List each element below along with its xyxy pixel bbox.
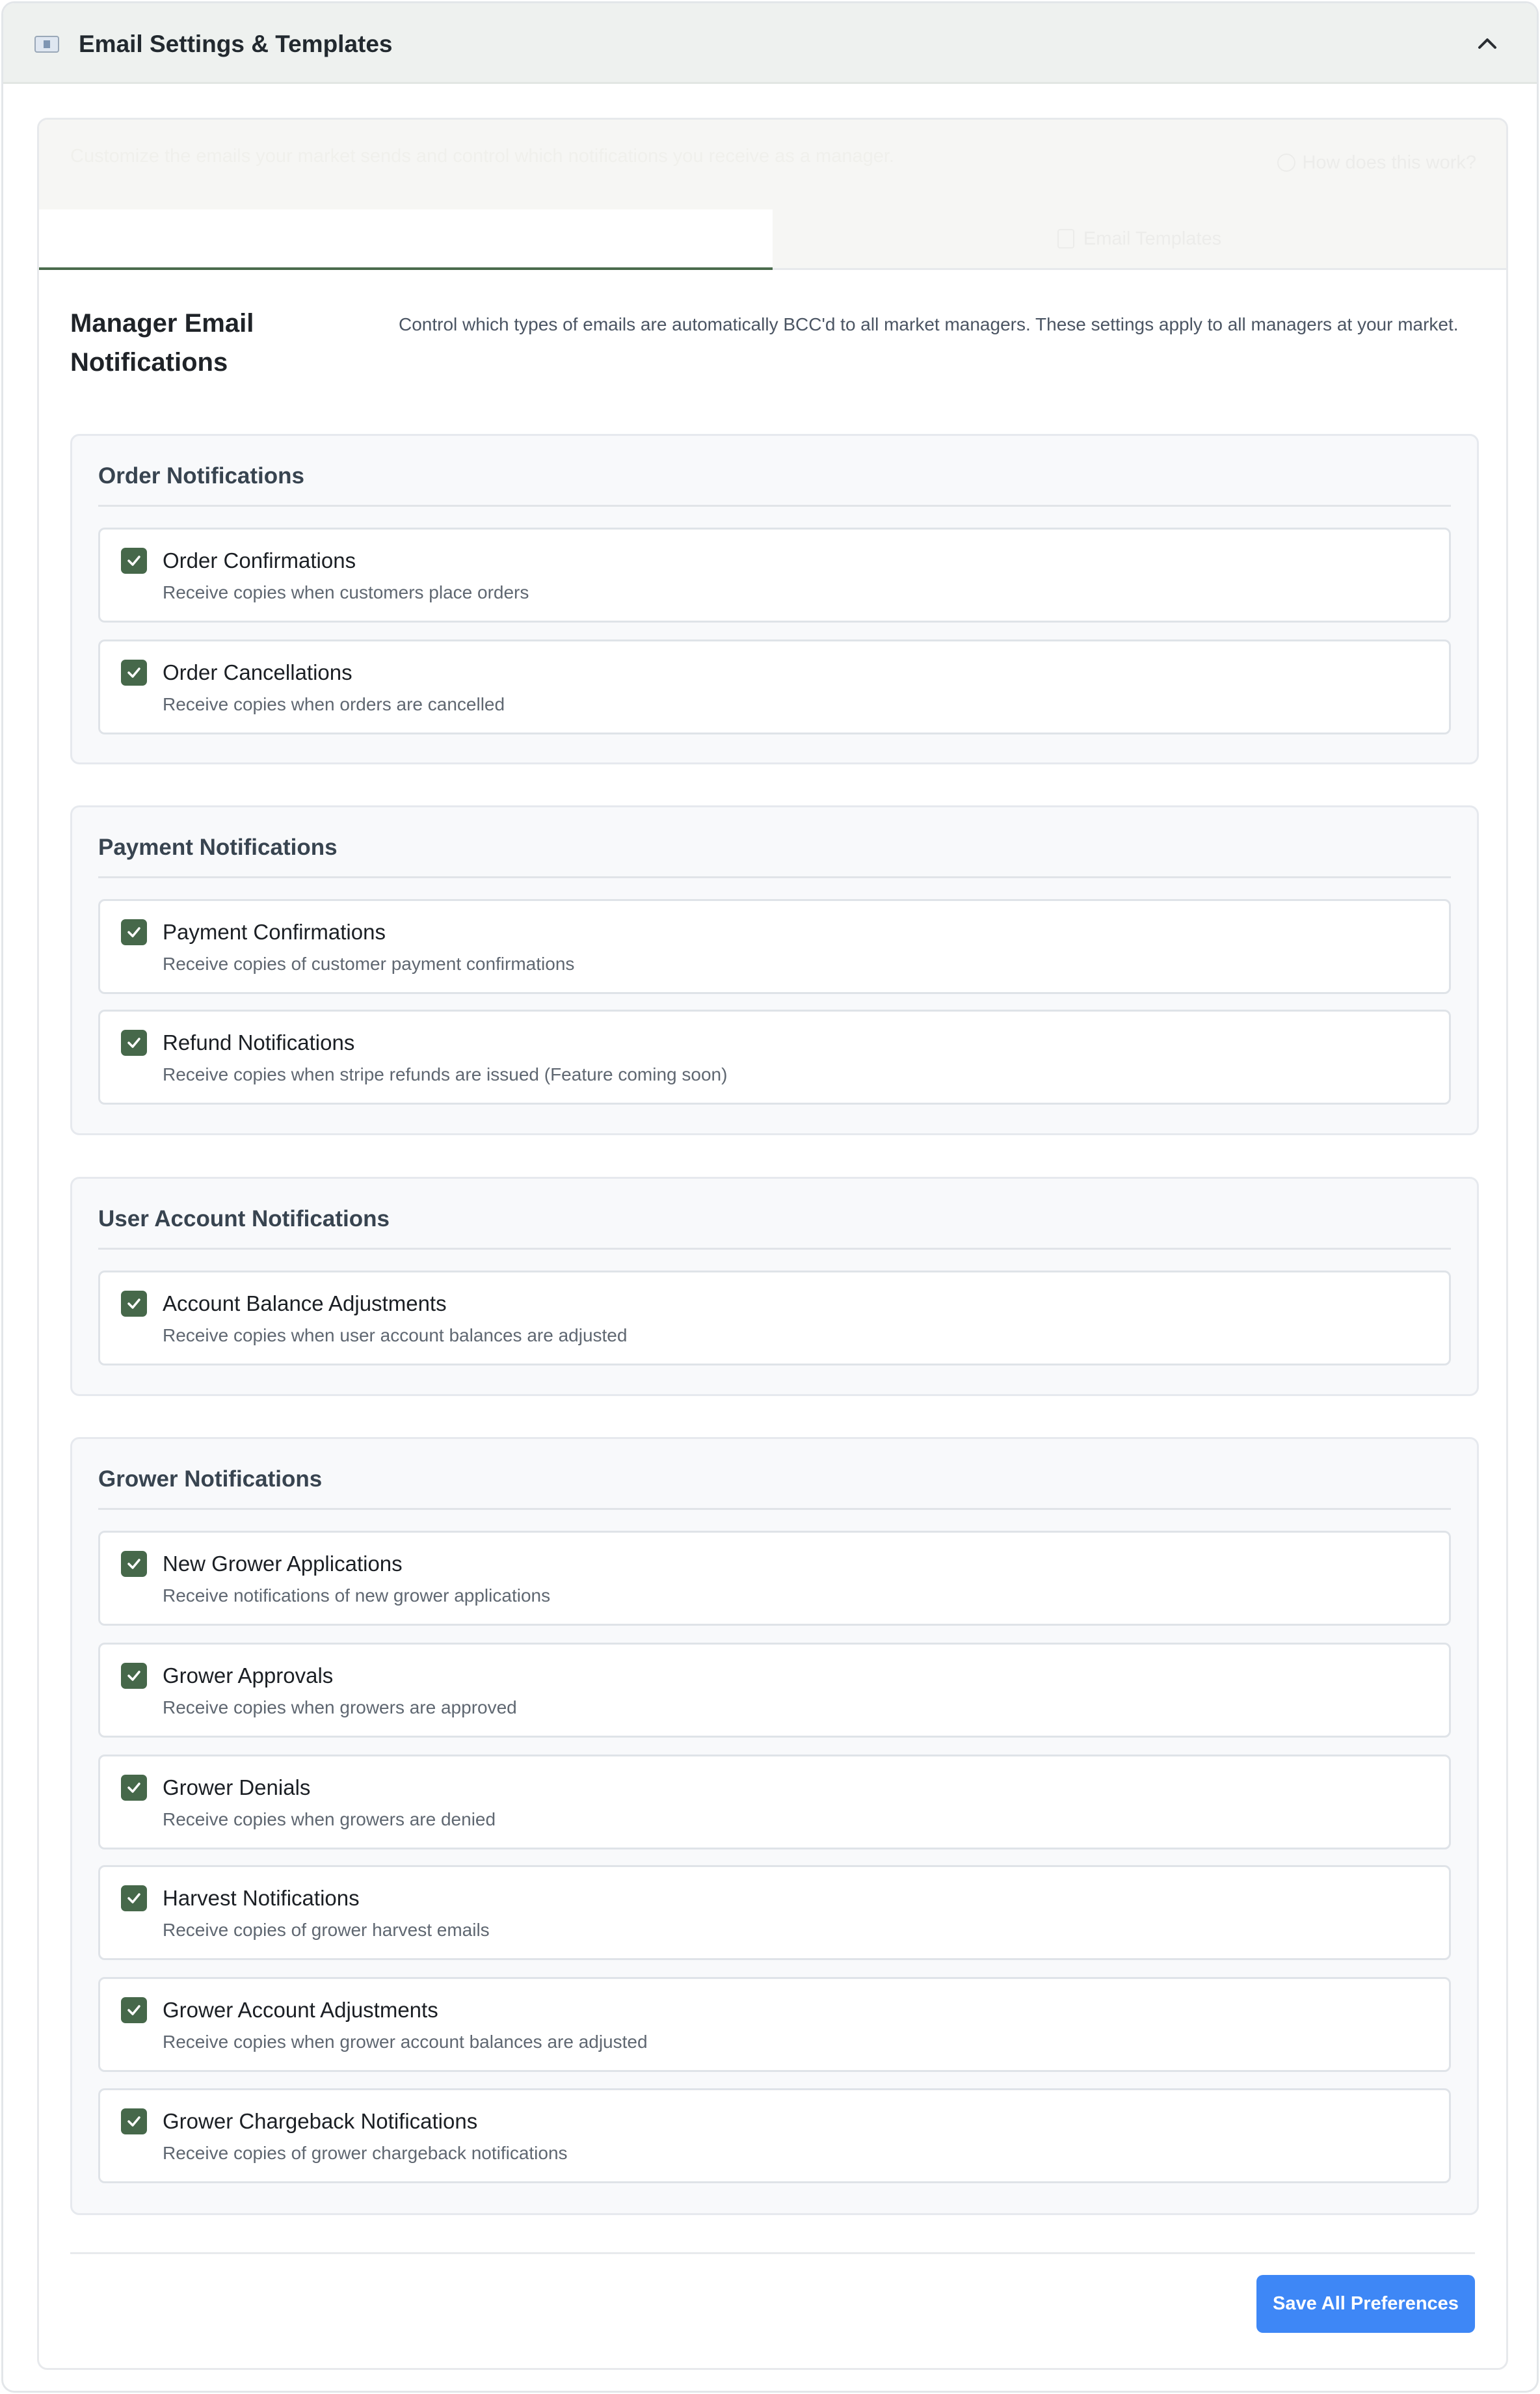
group-grower-notifications: Grower Notifications New Grower Applicat… <box>70 1437 1479 2215</box>
group-title: Grower Notifications <box>98 1466 323 1492</box>
section-description: Control which types of emails are automa… <box>399 314 1459 334</box>
divider <box>98 876 1451 878</box>
list-item[interactable]: Grower Denials Receive copies when growe… <box>98 1755 1451 1849</box>
divider <box>98 505 1451 507</box>
divider <box>98 1248 1451 1250</box>
save-all-preferences-button[interactable]: Save All Preferences <box>1256 2275 1475 2333</box>
checkbox-checked[interactable] <box>121 1775 147 1801</box>
item-description: Receive copies when stripe refunds are i… <box>163 1064 728 1084</box>
group-title: User Account Notifications <box>98 1206 390 1231</box>
checkmark-icon <box>127 2005 140 2015</box>
document-icon <box>1057 229 1074 249</box>
checkmark-icon <box>127 927 140 937</box>
checkbox-checked[interactable] <box>121 1663 147 1689</box>
item-description: Receive copies of customer payment confi… <box>163 954 575 974</box>
checkbox-checked[interactable] <box>121 919 147 945</box>
tab-email-templates-label: Email Templates <box>1083 228 1222 249</box>
list-item[interactable]: Account Balance Adjustments Receive copi… <box>98 1271 1451 1365</box>
list-item[interactable]: Harvest Notifications Receive copies of … <box>98 1865 1451 1960</box>
item-description: Receive copies when user account balance… <box>163 1325 628 1345</box>
checkbox-checked[interactable] <box>121 1551 147 1577</box>
question-icon <box>1277 154 1296 172</box>
group-user-account-notifications: User Account Notifications Account Balan… <box>70 1177 1479 1396</box>
intro-text: Customize the emails your market sends a… <box>70 146 894 167</box>
checkbox-checked[interactable] <box>121 660 147 686</box>
group-order-notifications: Order Notifications Order Confirmations … <box>70 434 1479 764</box>
item-description: Receive copies of grower harvest emails <box>163 1920 490 1940</box>
tab-notifications[interactable] <box>39 209 773 270</box>
help-link-label: How does this work? <box>1302 152 1476 173</box>
checkmark-icon <box>127 667 140 678</box>
help-link[interactable]: How does this work? <box>1277 150 1476 176</box>
item-description: Receive copies when customers place orde… <box>163 582 529 602</box>
group-title: Payment Notifications <box>98 835 338 860</box>
list-item[interactable]: Payment Confirmations Receive copies of … <box>98 899 1451 994</box>
item-description: Receive copies when orders are cancelled <box>163 694 505 714</box>
item-label: Refund Notifications <box>163 1030 355 1055</box>
group-title: Order Notifications <box>98 463 304 489</box>
list-item[interactable]: Order Confirmations Receive copies when … <box>98 528 1451 623</box>
checkmark-icon <box>127 556 140 566</box>
group-payment-notifications: Payment Notifications Payment Confirmati… <box>70 805 1479 1135</box>
checkmark-icon <box>127 1671 140 1681</box>
item-label: New Grower Applications <box>163 1552 403 1576</box>
item-description: Receive copies when growers are denied <box>163 1809 496 1829</box>
item-description: Receive notifications of new grower appl… <box>163 1585 551 1606</box>
list-item[interactable]: Grower Chargeback Notifications Receive … <box>98 2088 1451 2183</box>
item-description: Receive copies when growers are approved <box>163 1697 517 1717</box>
checkmark-icon <box>127 1893 140 1903</box>
tab-bar: Email Templates <box>39 209 1506 270</box>
item-label: Order Confirmations <box>163 548 356 572</box>
item-description: Receive copies of grower chargeback noti… <box>163 2143 568 2163</box>
item-label: Payment Confirmations <box>163 920 386 944</box>
envelope-icon <box>34 36 59 53</box>
list-item[interactable]: Order Cancellations Receive copies when … <box>98 639 1451 734</box>
checkbox-checked[interactable] <box>121 1291 147 1317</box>
checkmark-icon <box>127 1038 140 1048</box>
checkbox-checked[interactable] <box>121 1030 147 1056</box>
checkmark-icon <box>127 1298 140 1309</box>
chevron-up-icon[interactable] <box>1472 28 1503 59</box>
list-item[interactable]: Grower Approvals Receive copies when gro… <box>98 1643 1451 1738</box>
checkbox-checked[interactable] <box>121 1885 147 1911</box>
checkmark-icon <box>127 1782 140 1793</box>
item-label: Grower Account Adjustments <box>163 1998 438 2022</box>
checkmark-icon <box>127 1559 140 1569</box>
tab-email-templates[interactable]: Email Templates <box>773 209 1506 270</box>
settings-card: Customize the emails your market sends a… <box>37 118 1508 2370</box>
list-item[interactable]: New Grower Applications Receive notifica… <box>98 1531 1451 1626</box>
panel-title: Email Settings & Templates <box>79 31 393 57</box>
list-item[interactable]: Grower Account Adjustments Receive copie… <box>98 1977 1451 2072</box>
checkbox-checked[interactable] <box>121 2108 147 2134</box>
item-label: Harvest Notifications <box>163 1886 360 1910</box>
checkbox-checked[interactable] <box>121 548 147 574</box>
list-item[interactable]: Refund Notifications Receive copies when… <box>98 1010 1451 1105</box>
email-settings-panel: Email Settings & Templates Customize the… <box>1 1 1539 2393</box>
footer-divider <box>70 2252 1475 2254</box>
item-label: Grower Chargeback Notifications <box>163 2109 478 2133</box>
divider <box>98 1508 1451 1510</box>
checkmark-icon <box>127 2116 140 2127</box>
checkbox-checked[interactable] <box>121 1997 147 2023</box>
item-description: Receive copies when grower account balan… <box>163 2032 648 2052</box>
item-label: Grower Approvals <box>163 1663 334 1688</box>
panel-header[interactable]: Email Settings & Templates <box>3 3 1537 84</box>
item-label: Order Cancellations <box>163 660 352 684</box>
section-title: Manager Email Notifications <box>70 309 254 377</box>
item-label: Grower Denials <box>163 1775 311 1799</box>
card-top-bar: Customize the emails your market sends a… <box>39 120 1506 270</box>
item-label: Account Balance Adjustments <box>163 1291 447 1315</box>
